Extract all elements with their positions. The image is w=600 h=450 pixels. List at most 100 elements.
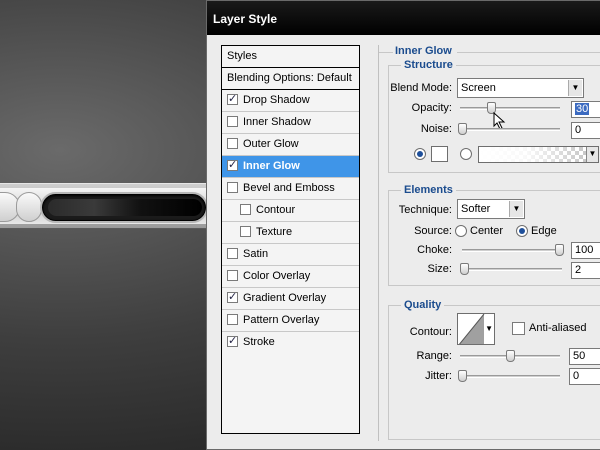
glow-gradient-radio[interactable] bbox=[460, 148, 472, 160]
gradient-overlay-checkbox[interactable] bbox=[227, 290, 238, 303]
inner-shadow-checkbox[interactable] bbox=[227, 116, 238, 127]
style-item-texture[interactable]: Texture bbox=[222, 222, 359, 244]
elements-title: Elements bbox=[401, 184, 456, 196]
style-item-pattern-overlay[interactable]: Pattern Overlay bbox=[222, 310, 359, 332]
contour-checkbox[interactable] bbox=[240, 204, 251, 215]
range-slider-knob[interactable] bbox=[506, 350, 515, 362]
structure-title: Structure bbox=[401, 59, 456, 71]
section-rule bbox=[379, 52, 393, 53]
style-item-drop-shadow[interactable]: Drop Shadow bbox=[222, 90, 359, 112]
style-item-label: Drop Shadow bbox=[243, 94, 310, 106]
technique-value: Softer bbox=[461, 203, 491, 215]
noise-slider-track[interactable] bbox=[460, 128, 560, 131]
style-item-label: Stroke bbox=[243, 336, 275, 348]
drop-shadow-checkbox[interactable] bbox=[227, 92, 238, 105]
size-label: Size: bbox=[427, 263, 452, 275]
canvas-dark-pill-inner bbox=[48, 199, 202, 216]
satin-checkbox[interactable] bbox=[227, 248, 238, 259]
styles-header[interactable]: Styles bbox=[222, 46, 359, 68]
size-slider-track[interactable] bbox=[462, 268, 562, 271]
glow-color-radio[interactable] bbox=[414, 148, 426, 160]
source-edge-radio[interactable] bbox=[516, 225, 528, 237]
choke-slider-knob[interactable] bbox=[555, 244, 564, 256]
style-item-stroke[interactable]: Stroke bbox=[222, 332, 359, 354]
inner-glow-panel: Inner Glow Structure Blend Mode: Screen … bbox=[378, 45, 600, 441]
style-item-label: Contour bbox=[256, 204, 296, 216]
anti-aliased-checkbox[interactable] bbox=[512, 322, 525, 335]
canvas-artwork bbox=[0, 0, 210, 450]
inner-glow-title: Inner Glow bbox=[395, 45, 452, 57]
source-center-radio[interactable] bbox=[455, 225, 467, 237]
chevron-down-icon[interactable]: ▼ bbox=[586, 147, 598, 162]
chevron-down-icon[interactable]: ▼ bbox=[568, 80, 582, 96]
pattern-overlay-checkbox[interactable] bbox=[227, 314, 238, 325]
jitter-label: Jitter: bbox=[425, 370, 452, 382]
choke-input[interactable]: 100 bbox=[571, 242, 600, 259]
blending-options-label: Blending Options: Default bbox=[227, 72, 352, 84]
noise-slider-knob[interactable] bbox=[458, 123, 467, 135]
style-item-label: Inner Glow bbox=[243, 160, 300, 172]
style-item-label: Inner Shadow bbox=[243, 116, 311, 128]
style-item-inner-glow[interactable]: Inner Glow bbox=[222, 156, 359, 178]
stroke-checkbox[interactable] bbox=[227, 334, 238, 347]
style-item-inner-shadow[interactable]: Inner Shadow bbox=[222, 112, 359, 134]
blend-mode-value: Screen bbox=[461, 82, 496, 94]
blending-options[interactable]: Blending Options: Default bbox=[222, 68, 359, 90]
range-label: Range: bbox=[416, 350, 452, 362]
section-rule bbox=[457, 52, 600, 53]
glow-gradient-swatch[interactable]: ▼ bbox=[478, 146, 599, 163]
style-item-label: Color Overlay bbox=[243, 270, 311, 282]
canvas-pill-mid bbox=[16, 192, 42, 222]
noise-value: 0 bbox=[575, 124, 582, 136]
opacity-input[interactable]: 30 bbox=[571, 101, 600, 118]
style-item-label: Outer Glow bbox=[243, 138, 299, 150]
opacity-slider-track[interactable] bbox=[460, 107, 560, 110]
style-item-gradient-overlay[interactable]: Gradient Overlay bbox=[222, 288, 359, 310]
style-item-bevel-emboss[interactable]: Bevel and Emboss bbox=[222, 178, 359, 200]
blend-mode-select[interactable]: Screen ▼ bbox=[457, 78, 584, 98]
style-item-label: Gradient Overlay bbox=[243, 292, 327, 304]
chevron-down-icon[interactable]: ▼ bbox=[485, 324, 493, 333]
contour-picker[interactable]: ▼ bbox=[457, 313, 495, 345]
styles-header-label: Styles bbox=[227, 50, 257, 62]
anti-aliased-label: Anti-aliased bbox=[529, 322, 587, 334]
technique-label: Technique: bbox=[398, 204, 452, 216]
bevel-emboss-checkbox[interactable] bbox=[227, 182, 238, 193]
jitter-input[interactable]: 0 bbox=[569, 368, 600, 385]
source-center-label: Center bbox=[470, 225, 504, 237]
style-item-color-overlay[interactable]: Color Overlay bbox=[222, 266, 359, 288]
choke-label: Choke: bbox=[417, 244, 452, 256]
style-item-label: Texture bbox=[256, 226, 293, 238]
size-slider-knob[interactable] bbox=[460, 263, 469, 275]
range-value: 50 bbox=[573, 350, 586, 362]
style-item-label: Bevel and Emboss bbox=[243, 182, 335, 194]
size-input[interactable]: 2 bbox=[571, 262, 600, 279]
canvas-dark-pill bbox=[42, 194, 206, 221]
chevron-down-icon[interactable]: ▼ bbox=[509, 201, 523, 217]
style-item-outer-glow[interactable]: Outer Glow bbox=[222, 134, 359, 156]
range-input[interactable]: 50 bbox=[569, 348, 600, 365]
choke-slider-track[interactable] bbox=[462, 249, 562, 252]
style-item-contour[interactable]: Contour bbox=[222, 200, 359, 222]
style-item-label: Satin bbox=[243, 248, 269, 260]
quality-title: Quality bbox=[401, 299, 445, 311]
technique-select[interactable]: Softer ▼ bbox=[457, 199, 525, 219]
size-value: 2 bbox=[575, 264, 582, 276]
style-item-satin[interactable]: Satin bbox=[222, 244, 359, 266]
outer-glow-checkbox[interactable] bbox=[227, 138, 238, 149]
source-label: Source: bbox=[414, 225, 452, 237]
contour-label: Contour: bbox=[409, 326, 452, 338]
inner-glow-checkbox[interactable] bbox=[227, 158, 238, 171]
texture-checkbox[interactable] bbox=[240, 226, 251, 237]
jitter-value: 0 bbox=[573, 370, 580, 382]
jitter-slider-track[interactable] bbox=[460, 375, 560, 378]
jitter-slider-knob[interactable] bbox=[458, 370, 467, 382]
color-overlay-checkbox[interactable] bbox=[227, 270, 238, 281]
style-item-label: Pattern Overlay bbox=[243, 314, 320, 326]
opacity-label: Opacity: bbox=[411, 102, 452, 114]
opacity-value: 30 bbox=[575, 103, 590, 115]
styles-list: Styles Blending Options: Default Drop Sh… bbox=[221, 45, 360, 434]
dialog-title[interactable]: Layer Style bbox=[207, 1, 600, 35]
noise-input[interactable]: 0 bbox=[571, 122, 600, 139]
glow-color-swatch[interactable] bbox=[431, 146, 448, 162]
